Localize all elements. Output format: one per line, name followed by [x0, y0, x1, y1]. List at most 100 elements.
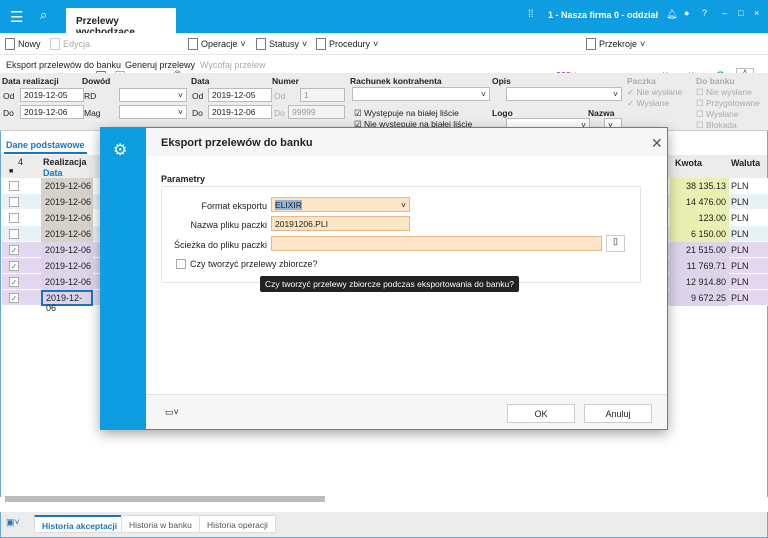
filename-input[interactable]: 20191206.PLI [271, 216, 410, 231]
row-checkbox[interactable] [9, 197, 19, 207]
tab-historia-operacji[interactable]: Historia operacji [199, 515, 276, 533]
tab-przelewy-wychodzace[interactable]: Przelewy wychodzące [66, 8, 176, 38]
statuses-label: Statusy [269, 39, 300, 49]
row-checkbox[interactable]: ✓ [9, 293, 19, 303]
row-checkbox[interactable]: ✓ [9, 261, 19, 271]
statuses-button[interactable]: Statusy ˅ [256, 38, 307, 50]
action-bar: Eksport przelewów do banku Generuj przel… [0, 55, 768, 78]
row-checkbox[interactable] [9, 181, 19, 191]
do-banku-nie-wyslane: Nie wysłane [705, 87, 752, 97]
dialog-title: Eksport przelewów do banku [146, 128, 667, 156]
cell-date: 2019-12-06 [41, 178, 93, 194]
col-realizacja[interactable]: Realizacja [43, 157, 87, 167]
row-checkbox[interactable]: ✓ [9, 277, 19, 287]
real-do-input[interactable]: 2019-12-06 [20, 105, 84, 119]
tab-historia-w-banku[interactable]: Historia w banku [121, 515, 200, 533]
rd-select[interactable]: ˅ [119, 88, 187, 102]
label-data: Data [191, 76, 210, 86]
export-link[interactable]: Eksport przelewów do banku [6, 60, 121, 70]
label-od: Od [3, 91, 15, 101]
bell-icon[interactable]: 🔔︎ [666, 9, 677, 20]
col-data[interactable]: Data [43, 168, 63, 178]
col-waluta[interactable]: Waluta [731, 158, 760, 168]
help-icon[interactable]: ? [702, 8, 707, 18]
do-banku-item[interactable]: ☐ Wysłane [696, 109, 739, 120]
cell-kwota: 38 135.13 [670, 178, 729, 194]
real-od-input[interactable]: 2019-12-05 [20, 88, 84, 102]
cell-waluta: PLN [731, 245, 749, 255]
paczka-nie-wyslane: Nie wysłane [636, 87, 683, 97]
maximize-icon[interactable]: □ [738, 8, 743, 18]
edit-button[interactable]: Edycja [50, 38, 90, 50]
close-window-icon[interactable]: × [754, 8, 759, 18]
row-checkbox[interactable] [9, 213, 19, 223]
label-do-banku: Do banku [696, 76, 735, 86]
row-checkbox[interactable]: ✓ [9, 245, 19, 255]
rachunek-select[interactable]: ˅ [352, 87, 490, 101]
do-banku-blokada: Blokada [705, 120, 737, 130]
procedures-button[interactable]: Procedury ˅ [316, 38, 378, 50]
path-input[interactable] [271, 236, 602, 251]
select-all-checkbox[interactable]: ■ [9, 168, 13, 175]
tab-dane-podstawowe[interactable]: Dane podstawowe [4, 138, 87, 154]
cancel-button[interactable]: Anuluj [584, 404, 652, 423]
label-paczka: Paczka [627, 76, 656, 86]
ok-button[interactable]: OK [507, 404, 575, 423]
search-icon[interactable]: ⌕ [40, 7, 47, 23]
cell-kwota: 9 672.25 [670, 290, 729, 306]
filename-label: Nazwa pliku paczki [190, 220, 267, 230]
cell-kwota: 14 476.00 [670, 194, 729, 210]
minimize-icon[interactable]: – [722, 8, 727, 18]
data-od-input[interactable]: 2019-12-05 [208, 88, 272, 102]
bottom-panel-icon[interactable]: ▣˅ [6, 517, 20, 528]
collective-label: Czy tworzyć przelewy zbiorcze? [190, 259, 318, 269]
format-value: ELIXIR [275, 200, 302, 210]
data-do-input[interactable]: 2019-12-06 [208, 105, 272, 119]
num-od-input[interactable]: 1 [300, 88, 345, 102]
new-button[interactable]: Nowy [5, 38, 41, 50]
views-button[interactable]: Przekroje ˅ [586, 38, 645, 50]
cell-kwota: 11 769.71 [670, 258, 729, 274]
label-num-od: Od [274, 91, 286, 101]
cell-waluta: PLN [731, 197, 749, 207]
operations-button[interactable]: Operacje ˅ [188, 38, 246, 50]
operations-label: Operacje [201, 39, 238, 49]
new-label: Nowy [18, 39, 41, 49]
row-checkbox[interactable] [9, 229, 19, 239]
do-banku-item[interactable]: ☐ Przygotowane [696, 98, 760, 109]
col-kwota[interactable]: Kwota [675, 158, 702, 168]
cell-date: 2019-12-06 [41, 258, 93, 274]
user-icon[interactable]: ● [684, 8, 689, 18]
cell-date: 2019-12-06 [41, 210, 93, 226]
statuses-icon [256, 38, 266, 50]
cell-date: 2019-12-06 [41, 194, 93, 210]
do-banku-item[interactable]: ☐ Blokada [696, 120, 737, 131]
label-do: Do [3, 108, 14, 118]
do-banku-item[interactable]: ☐ Nie wysłane [696, 87, 752, 98]
apps-icon[interactable]: ⁞⁞ [528, 9, 534, 20]
collective-checkbox[interactable] [176, 259, 186, 269]
close-icon[interactable]: ✕ [651, 135, 663, 152]
paczka-item[interactable]: ✓ Wysłane [627, 98, 669, 109]
biala1-checkbox[interactable]: ☑ Występuje na białej liście [354, 108, 459, 119]
mag-select[interactable]: ˅ [119, 105, 187, 119]
browse-icon[interactable]: ▯ [606, 235, 625, 252]
format-select[interactable]: ELIXIR ˅ [271, 197, 410, 212]
horizontal-scrollbar[interactable] [5, 496, 325, 502]
label-mag: Mag [84, 108, 101, 118]
label-data-od: Od [192, 91, 204, 101]
biala1-label: Występuje na białej liście [363, 108, 459, 118]
cell-kwota: 12 914.80 [670, 274, 729, 290]
dialog-settings-icon[interactable]: ▭˅ [165, 407, 179, 418]
company-selector[interactable]: 1 - Nasza firma 0 - oddział [548, 10, 658, 20]
cell-waluta: PLN [731, 261, 749, 271]
num-do-input[interactable]: 99999 [288, 105, 345, 119]
paczka-wyslane: Wysłane [636, 98, 670, 108]
menu-icon[interactable]: ☰ [10, 8, 23, 26]
cell-kwota: 123.00 [670, 210, 729, 226]
opis-select[interactable]: ˅ [506, 87, 622, 101]
filter-panel: Data realizacji Od Do 2019-12-05 2019-12… [0, 73, 768, 132]
tab-historia-akceptacji[interactable]: Historia akceptacji [34, 515, 126, 533]
paczka-item[interactable]: ✓ Nie wysłane [627, 87, 682, 98]
generate-link[interactable]: Generuj przelewy [125, 60, 195, 70]
